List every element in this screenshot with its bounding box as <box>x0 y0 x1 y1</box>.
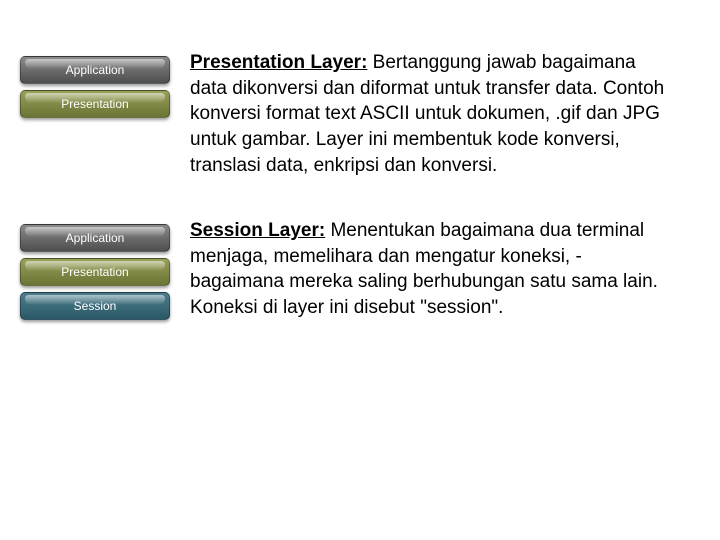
layer-application: Application <box>20 56 170 84</box>
layer-presentation: Presentation <box>20 90 170 118</box>
desc-title: Session Layer: <box>190 220 325 241</box>
layer-stack: Application Presentation <box>20 50 170 118</box>
section-session: Application Presentation Session Session… <box>20 218 690 321</box>
description-session: Session Layer: Menentukan bagaimana dua … <box>190 218 670 321</box>
layer-stack: Application Presentation Session <box>20 218 170 320</box>
layer-session: Session <box>20 292 170 320</box>
layer-presentation: Presentation <box>20 258 170 286</box>
desc-title: Presentation Layer: <box>190 52 367 73</box>
section-presentation: Application Presentation Presentation La… <box>20 50 690 178</box>
layer-application: Application <box>20 224 170 252</box>
description-presentation: Presentation Layer: Bertanggung jawab ba… <box>190 50 670 178</box>
